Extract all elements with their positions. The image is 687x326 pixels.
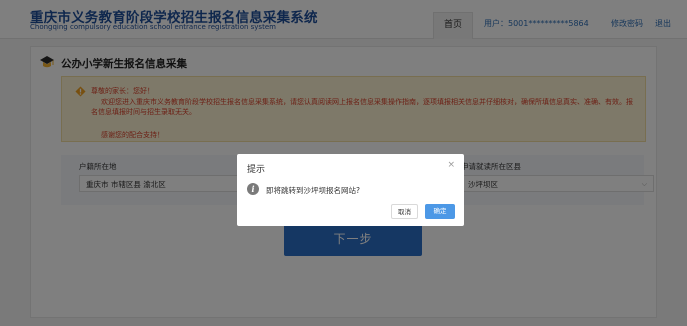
confirm-button[interactable]: 确定: [425, 204, 455, 219]
close-icon[interactable]: ×: [447, 161, 455, 170]
dialog-message: 即将跳转到沙坪坝报名网站?: [266, 186, 360, 195]
dialog-title: 提示: [247, 165, 266, 175]
confirm-dialog: 提示 × i 即将跳转到沙坪坝报名网站? 取消 确定: [237, 154, 464, 226]
info-icon: i: [247, 183, 259, 195]
cancel-button[interactable]: 取消: [391, 204, 418, 219]
